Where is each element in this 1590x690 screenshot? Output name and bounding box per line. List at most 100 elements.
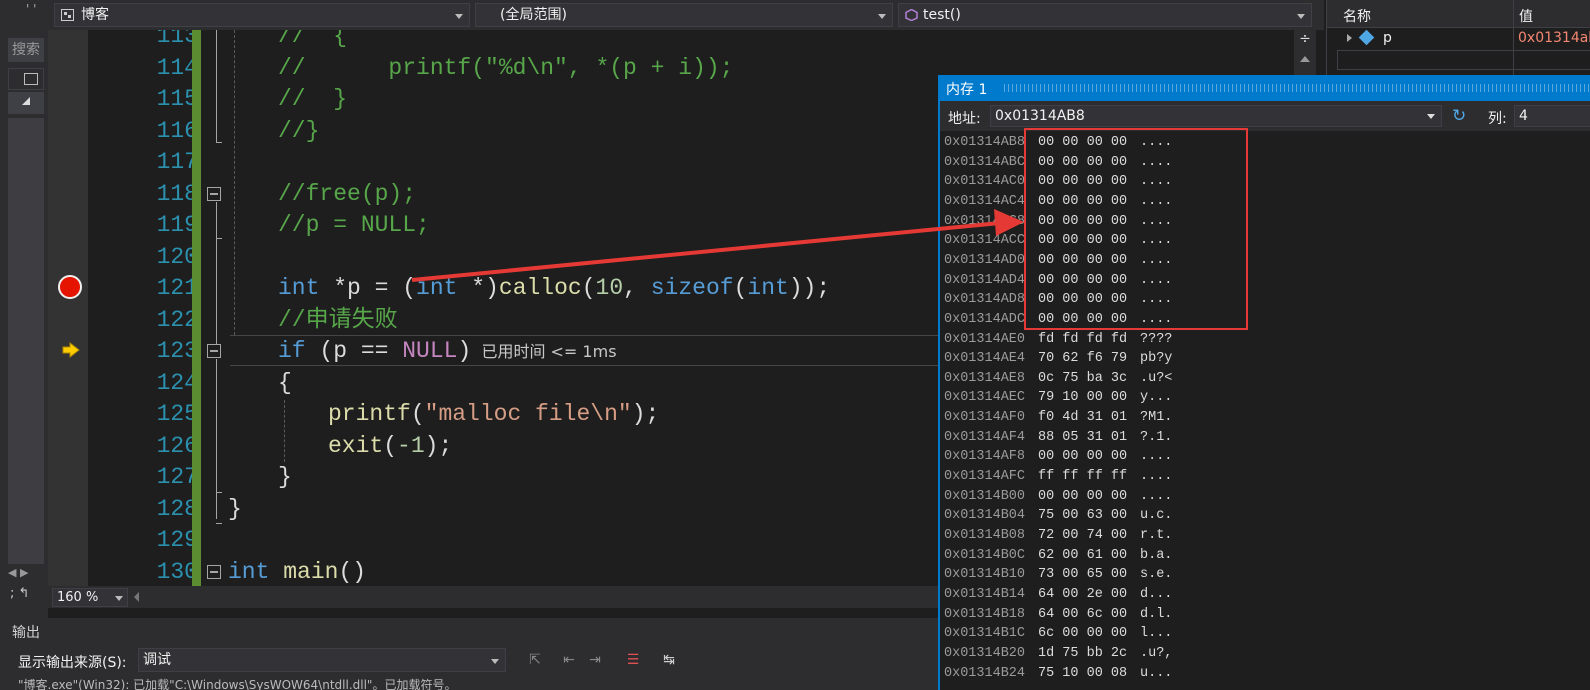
memory-row[interactable]: 0x01314AF4 88 05 31 01 ?.1. <box>944 428 1172 448</box>
memory-chars[interactable]: d... <box>1140 585 1172 605</box>
memory-chars[interactable]: y... <box>1140 388 1172 408</box>
code-line[interactable]: int main() <box>228 557 366 587</box>
memory-bytes[interactable]: ff ff ff ff <box>1038 467 1127 487</box>
memory-chars[interactable]: l... <box>1140 624 1172 644</box>
memory-chars[interactable]: ???? <box>1140 330 1172 350</box>
watch-variable-name[interactable]: p <box>1383 30 1392 46</box>
columns-input[interactable]: 4 <box>1514 105 1590 127</box>
memory-row[interactable]: 0x01314B10 73 00 65 00 s.e. <box>944 565 1172 585</box>
format-icons[interactable]: ; ↰ <box>10 586 46 606</box>
memory-bytes[interactable]: 75 10 00 08 <box>1038 664 1127 684</box>
watch-empty-row[interactable] <box>1337 50 1590 70</box>
memory-row[interactable]: 0x01314AFC ff ff ff ff.... <box>944 467 1172 487</box>
perf-tip[interactable]: 已用时间 <= 1ms <box>471 342 616 361</box>
collapse-toggle[interactable] <box>207 187 221 201</box>
solution-explorer-icon[interactable] <box>8 68 44 90</box>
memory-chars[interactable]: u.c. <box>1140 506 1172 526</box>
scroll-left-icon[interactable] <box>134 592 139 602</box>
memory-chars[interactable]: s.e. <box>1140 565 1172 585</box>
project-dropdown[interactable]: 博客 <box>54 3 470 27</box>
output-source-dropdown[interactable]: 调试 <box>138 648 506 672</box>
memory-row[interactable]: 0x01314AC8 00 00 00 00.... <box>944 212 1172 232</box>
memory-bytes[interactable]: 62 00 61 00 <box>1038 546 1127 566</box>
code-line[interactable]: // { <box>278 30 347 53</box>
refresh-icon[interactable]: ↻ <box>1452 107 1470 125</box>
memory-bytes[interactable]: f0 4d 31 01 <box>1038 408 1127 428</box>
memory-row[interactable]: 0x01314AE4 70 62 f6 79 pb?y <box>944 349 1172 369</box>
memory-bytes[interactable]: 72 00 74 00 <box>1038 526 1127 546</box>
scroll-up-icon[interactable] <box>1300 56 1310 62</box>
memory-row[interactable]: 0x01314AF0 f0 4d 31 01 ?M1. <box>944 408 1172 428</box>
memory-row[interactable]: 0x01314AE8 0c 75 ba 3c .u?< <box>944 369 1172 389</box>
next-message-icon[interactable]: ⇥ <box>584 650 606 670</box>
collapse-icon[interactable] <box>8 92 44 114</box>
address-input[interactable]: 0x01314AB8 <box>990 105 1442 127</box>
memory-row[interactable]: 0x01314AC0 00 00 00 00.... <box>944 172 1172 192</box>
memory-bytes[interactable]: 0c 75 ba 3c <box>1038 369 1127 389</box>
function-dropdown[interactable]: test() <box>898 3 1312 27</box>
memory-bytes[interactable]: 64 00 6c 00 <box>1038 605 1127 625</box>
memory-chars[interactable]: r.t. <box>1140 526 1172 546</box>
memory-row[interactable]: 0x01314AD0 00 00 00 00.... <box>944 251 1172 271</box>
code-line[interactable]: { <box>278 368 292 400</box>
memory-chars[interactable]: b.a. <box>1140 546 1172 566</box>
memory-bytes[interactable]: 75 00 63 00 <box>1038 506 1127 526</box>
memory-chars[interactable]: .... <box>1140 487 1172 507</box>
split-icon[interactable]: ÷ <box>1298 32 1312 46</box>
memory-row[interactable]: 0x01314AD4 00 00 00 00.... <box>944 271 1172 291</box>
memory-chars[interactable]: pb?y <box>1140 349 1172 369</box>
code-line[interactable]: // } <box>278 84 347 116</box>
watch-name-header[interactable]: 名称 <box>1343 6 1371 26</box>
memory-row[interactable]: 0x01314AB8 00 00 00 00.... <box>944 133 1172 153</box>
memory-row[interactable]: 0x01314AEC 79 10 00 00 y... <box>944 388 1172 408</box>
watch-variable-value[interactable]: 0x01314ab8 <box>1518 30 1590 46</box>
memory-bytes[interactable]: 00 00 00 00 <box>1038 487 1127 507</box>
memory-row[interactable]: 0x01314AD8 00 00 00 00.... <box>944 290 1172 310</box>
memory-chars[interactable]: ?.1. <box>1140 428 1172 448</box>
breakpoint-icon[interactable] <box>58 275 82 299</box>
code-line[interactable]: //申请失败 <box>278 305 398 337</box>
current-statement-arrow-icon[interactable] <box>62 342 80 358</box>
side-scrollbar[interactable] <box>8 118 44 564</box>
memory-chars[interactable]: .... <box>1140 467 1172 487</box>
memory-row[interactable]: 0x01314B00 00 00 00 00.... <box>944 487 1172 507</box>
code-line[interactable]: //} <box>278 116 319 148</box>
scope-dropdown[interactable]: (全局范围) <box>475 3 893 27</box>
memory-row[interactable]: 0x01314B14 64 00 2e 00 d... <box>944 585 1172 605</box>
memory-chars[interactable]: .u?, <box>1140 644 1172 664</box>
memory-chars[interactable]: .... <box>1140 447 1172 467</box>
memory-row[interactable]: 0x01314B1C 6c 00 00 00 l... <box>944 624 1172 644</box>
memory-bytes[interactable]: 64 00 2e 00 <box>1038 585 1127 605</box>
memory-row[interactable]: 0x01314B24 75 10 00 08 u... <box>944 664 1172 684</box>
memory-row[interactable]: 0x01314AF8 00 00 00 00.... <box>944 447 1172 467</box>
memory-bytes[interactable]: 70 62 f6 79 <box>1038 349 1127 369</box>
memory-title-bar[interactable]: 内存 1 <box>940 75 1590 101</box>
memory-bytes[interactable]: 6c 00 00 00 <box>1038 624 1127 644</box>
memory-row[interactable]: 0x01314ADC 00 00 00 00.... <box>944 310 1172 330</box>
code-line[interactable]: } <box>228 494 242 526</box>
memory-row[interactable]: 0x01314B0C 62 00 61 00 b.a. <box>944 546 1172 566</box>
code-line[interactable]: } <box>278 462 292 494</box>
memory-bytes[interactable]: 79 10 00 00 <box>1038 388 1127 408</box>
memory-bytes[interactable]: fd fd fd fd <box>1038 330 1127 350</box>
code-line[interactable]: // printf("%d\n", *(p + i)); <box>278 53 733 85</box>
code-line[interactable]: //free(p); <box>278 179 416 211</box>
memory-row[interactable]: 0x01314B20 1d 75 bb 2c .u?, <box>944 644 1172 664</box>
memory-chars[interactable]: u... <box>1140 664 1172 684</box>
memory-bytes[interactable]: 00 00 00 00 <box>1038 447 1127 467</box>
memory-row[interactable]: 0x01314AC4 00 00 00 00.... <box>944 192 1172 212</box>
collapse-toggle[interactable] <box>207 565 221 579</box>
code-line[interactable]: printf("malloc file\n"); <box>328 399 659 431</box>
memory-bytes[interactable]: 73 00 65 00 <box>1038 565 1127 585</box>
memory-row[interactable]: 0x01314ABC 00 00 00 00.... <box>944 153 1172 173</box>
memory-row[interactable]: 0x01314ACC 00 00 00 00.... <box>944 231 1172 251</box>
overflow-dots[interactable]: ' ' <box>26 2 36 16</box>
search-tab[interactable]: 搜索 <box>8 38 44 62</box>
breakpoint-margin[interactable] <box>48 30 88 586</box>
code-line[interactable]: int *p = (int *)calloc(10, sizeof(int)); <box>278 273 830 305</box>
memory-chars[interactable]: d.l. <box>1140 605 1172 625</box>
prev-message-icon[interactable]: ⇤ <box>558 650 580 670</box>
memory-row[interactable]: 0x01314B18 64 00 6c 00 d.l. <box>944 605 1172 625</box>
collapse-toggle[interactable] <box>207 344 221 358</box>
code-line[interactable]: //p = NULL; <box>278 210 430 242</box>
